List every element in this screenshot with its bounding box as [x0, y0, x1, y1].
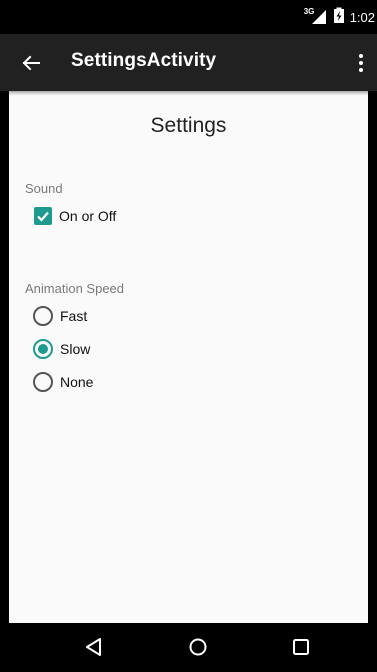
overflow-menu-button[interactable]: [351, 48, 371, 78]
radio-option-none[interactable]: None: [33, 371, 93, 393]
nav-back-icon: [86, 638, 101, 656]
more-vert-icon-dot: [359, 61, 363, 65]
radio-button[interactable]: [33, 306, 53, 326]
sound-section-label: Sound: [25, 181, 63, 196]
page-title: Settings: [150, 114, 227, 137]
network-type: 3G: [303, 7, 315, 16]
settings-content: Settings Sound On or Off Animation Speed…: [9, 91, 368, 623]
system-nav-bar: [0, 623, 377, 672]
battery-icon: [333, 7, 345, 28]
animation-section-label: Animation Speed: [25, 281, 125, 296]
signal-icon: 3G: [304, 7, 328, 25]
more-vert-icon-dot: [359, 68, 363, 72]
sound-checkbox-label: On or Off: [59, 208, 117, 224]
check-icon: [37, 211, 49, 222]
radio-option-slow[interactable]: Slow: [33, 338, 90, 360]
more-vert-icon-dot: [359, 54, 363, 58]
radio-option-fast[interactable]: Fast: [33, 305, 87, 327]
radio-label-none: None: [60, 374, 94, 390]
sound-checkbox-row[interactable]: On or Off: [34, 206, 116, 226]
back-button[interactable]: [16, 48, 46, 78]
status-bar: 3G 1:02: [0, 0, 377, 34]
nav-recents-icon: [293, 639, 309, 655]
app-title: SettingsActivity: [71, 50, 217, 71]
radio-button-selected[interactable]: [33, 339, 53, 359]
arrow-left-icon: [22, 55, 40, 71]
radio-label-fast: Fast: [60, 308, 88, 324]
screen: 3G 1:02 SettingsActivity Settings Sound …: [0, 0, 377, 672]
nav-home-button[interactable]: [186, 635, 210, 659]
status-icons: 3G 1:02: [304, 7, 375, 28]
radio-button[interactable]: [33, 372, 53, 392]
nav-recents-button[interactable]: [289, 635, 313, 659]
nav-home-icon: [189, 638, 207, 656]
radio-label-slow: Slow: [60, 341, 91, 357]
app-bar: SettingsActivity: [0, 34, 377, 91]
status-time: 1:02: [349, 9, 375, 25]
nav-back-button[interactable]: [82, 635, 106, 659]
sound-checkbox[interactable]: [34, 207, 52, 225]
